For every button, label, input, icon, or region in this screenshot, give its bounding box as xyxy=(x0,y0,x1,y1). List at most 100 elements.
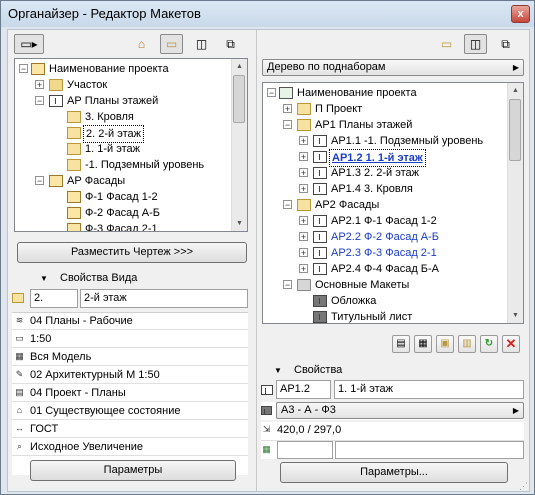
scroll-thumb[interactable] xyxy=(233,75,245,123)
delete-button[interactable]: ✕ xyxy=(502,335,520,353)
view-id-field[interactable]: 2. xyxy=(30,289,78,308)
tree-item-facade-2[interactable]: Ф-2 Фасад А-Б xyxy=(17,205,227,221)
new-layout-button[interactable]: ▤ xyxy=(392,335,410,353)
tree-item-ar1[interactable]: − АР1 Планы этажей xyxy=(265,117,505,133)
tree-item-elevations[interactable]: − АР Фасады xyxy=(17,173,227,189)
tree-item-ar1-4[interactable]: + АР1.4 3. Кровля xyxy=(265,181,505,197)
layout-id-field[interactable]: АР1.2 xyxy=(276,380,331,399)
tree-item-ar2[interactable]: − АР2 Фасады xyxy=(265,197,505,213)
expand-icon[interactable]: + xyxy=(299,168,308,178)
collapse-icon[interactable]: − xyxy=(283,120,292,130)
tree-item-floor-2[interactable]: 2. 2-й этаж xyxy=(17,125,227,143)
tree-root[interactable]: − Наименование проекта xyxy=(17,61,227,77)
tree-item-cover[interactable]: Обложка xyxy=(265,293,505,309)
tree-item-ar2-3[interactable]: + АР2.3 Ф-3 Фасад 2-1 xyxy=(265,245,505,261)
subset-icon xyxy=(297,119,311,131)
expand-icon[interactable]: + xyxy=(299,184,308,194)
expand-icon[interactable]: + xyxy=(283,104,292,114)
master-layout-dropdown[interactable]: А3 - А - Ф3 ▶ xyxy=(276,402,524,419)
size-icon: ⇲ xyxy=(262,424,271,434)
tree-item-floor-plans[interactable]: − АР Планы этажей xyxy=(17,93,227,109)
prop-row-dimension[interactable]: ↔ ГОСТ xyxy=(12,421,248,438)
prop-row-model-view[interactable]: ▤ 04 Проект - Планы xyxy=(12,385,248,402)
view-map-tree[interactable]: − Наименование проекта + Участок − АР Пл… xyxy=(14,58,248,232)
tree-item-facade-3[interactable]: Ф-3 Фасад 2-1 xyxy=(17,221,227,231)
prop-row-pen-set[interactable]: ✎ 02 Архитектурный М 1:50 xyxy=(12,367,248,384)
collapse-icon[interactable]: − xyxy=(267,88,276,98)
tree-item-ar1-3[interactable]: + АР1.3 2. 2-й этаж xyxy=(265,165,505,181)
collapse-icon[interactable]: − xyxy=(35,176,44,186)
prop-row-scale[interactable]: ▭ 1:50 xyxy=(12,331,248,348)
tree-item-ar2-2[interactable]: + АР2.2 Ф-2 Фасад А-Б xyxy=(265,229,505,245)
tree-item-master-layouts[interactable]: − Основные Макеты xyxy=(265,277,505,293)
prop-row-zoom[interactable]: ⌕ Исходное Увеличение xyxy=(12,439,248,456)
project-map-tab[interactable]: ⌂ xyxy=(130,34,153,54)
tree-mode-dropdown[interactable]: Дерево по поднаборам ▶ xyxy=(262,59,524,76)
vertical-scrollbar[interactable]: ▲ ▼ xyxy=(507,83,523,323)
layout-book-tab[interactable]: ◫ xyxy=(190,34,213,54)
close-button[interactable]: x xyxy=(511,5,530,23)
scroll-up-icon[interactable]: ▲ xyxy=(508,83,523,98)
resize-grip[interactable]: ⋰ xyxy=(519,481,529,491)
floor-plan-icon xyxy=(49,95,63,107)
collapse-icon[interactable]: − xyxy=(283,280,292,290)
view-name-field[interactable]: 2-й этаж xyxy=(80,289,248,308)
expand-icon[interactable]: + xyxy=(299,136,308,146)
view-map-tab[interactable]: ▭ xyxy=(160,34,183,54)
expand-icon[interactable]: + xyxy=(299,232,308,242)
tree-item-ar1-1[interactable]: + АР1.1 -1. Подземный уровень xyxy=(265,133,505,149)
view-map-menu-button[interactable]: ▭▸ xyxy=(14,34,44,54)
layout-book-tree[interactable]: − Наименование проекта + П Проект − АР1 … xyxy=(262,82,524,324)
size-row[interactable]: ⇲ 420,0 / 297,0 xyxy=(261,422,524,441)
revision-id-field[interactable] xyxy=(277,441,333,459)
tree-item-ar2-1[interactable]: + АР2.1 Ф-1 Фасад 1-2 xyxy=(265,213,505,229)
collapse-icon[interactable]: − xyxy=(283,200,292,210)
publisher-sets-tab[interactable]: ⧉ xyxy=(219,34,242,54)
new-folder-button[interactable]: ▥ xyxy=(458,335,476,353)
right-publisher-sets-tab[interactable]: ⧉ xyxy=(494,34,517,54)
expand-icon[interactable]: + xyxy=(35,80,44,90)
vertical-scrollbar[interactable]: ▲ ▼ xyxy=(231,59,247,231)
tree-item-title-sheet[interactable]: Титульный лист xyxy=(265,309,505,323)
tree-item-basement[interactable]: -1. Подземный уровень xyxy=(17,157,227,173)
pane-divider[interactable] xyxy=(256,30,257,491)
scroll-up-icon[interactable]: ▲ xyxy=(232,59,247,74)
prop-row-model[interactable]: ▦ Вся Модель xyxy=(12,349,248,366)
right-layout-book-tab[interactable]: ◫ xyxy=(464,34,487,54)
view-properties-header[interactable]: ▼ Свойства Вида xyxy=(16,270,248,287)
tree-root[interactable]: − Наименование проекта xyxy=(265,85,505,101)
layout-name-field[interactable]: 1. 1-й этаж xyxy=(334,380,524,399)
tree-item-label: Основные Макеты xyxy=(315,279,410,291)
right-view-map-tab[interactable]: ▭ xyxy=(435,34,458,54)
new-master-button[interactable]: ▦ xyxy=(414,335,432,353)
expand-icon[interactable]: + xyxy=(299,152,308,162)
expand-icon[interactable]: + xyxy=(299,248,308,258)
place-drawing-button[interactable]: Разместить Чертеж >>> xyxy=(17,242,247,263)
expand-icon[interactable]: + xyxy=(299,216,308,226)
tree-item-ar1-2[interactable]: + АР1.2 1. 1-й этаж xyxy=(265,149,505,167)
properties-header[interactable]: ▼ Свойства xyxy=(262,362,524,379)
collapse-icon[interactable]: − xyxy=(35,96,44,106)
prop-row-layers[interactable]: ≋ 04 Планы - Рабочие xyxy=(12,313,248,330)
scroll-down-icon[interactable]: ▼ xyxy=(232,216,247,231)
update-button[interactable]: ↻ xyxy=(480,335,498,353)
story-icon xyxy=(12,291,24,305)
tree-item-facade-1[interactable]: Ф-1 Фасад 1-2 xyxy=(17,189,227,205)
tree-item-site[interactable]: + Участок xyxy=(17,77,227,93)
expand-icon[interactable]: + xyxy=(299,264,308,274)
title-bar[interactable]: Органайзер - Редактор Макетов x xyxy=(1,1,534,27)
tree-item-ar2-4[interactable]: + АР2.4 Ф-4 Фасад Б-А xyxy=(265,261,505,277)
scroll-thumb[interactable] xyxy=(509,99,521,161)
new-subset-button[interactable]: ▣ xyxy=(436,335,454,353)
view-parameters-button[interactable]: Параметры xyxy=(30,460,236,481)
zoom-icon: ⌕ xyxy=(16,441,23,451)
master-row: А3 - А - Ф3 ▶ xyxy=(261,402,524,420)
tree-item-floor-1[interactable]: 1. 1-й этаж xyxy=(17,141,227,157)
prop-row-renovation[interactable]: ⌂ 01 Существующее состояние xyxy=(12,403,248,420)
tree-item-project[interactable]: + П Проект xyxy=(265,101,505,117)
layout-parameters-button[interactable]: Параметры... xyxy=(280,462,508,483)
tree-item-roof[interactable]: 3. Кровля xyxy=(17,109,227,125)
scroll-down-icon[interactable]: ▼ xyxy=(508,308,523,323)
revision-name-field[interactable] xyxy=(335,441,524,459)
collapse-icon[interactable]: − xyxy=(19,64,28,74)
